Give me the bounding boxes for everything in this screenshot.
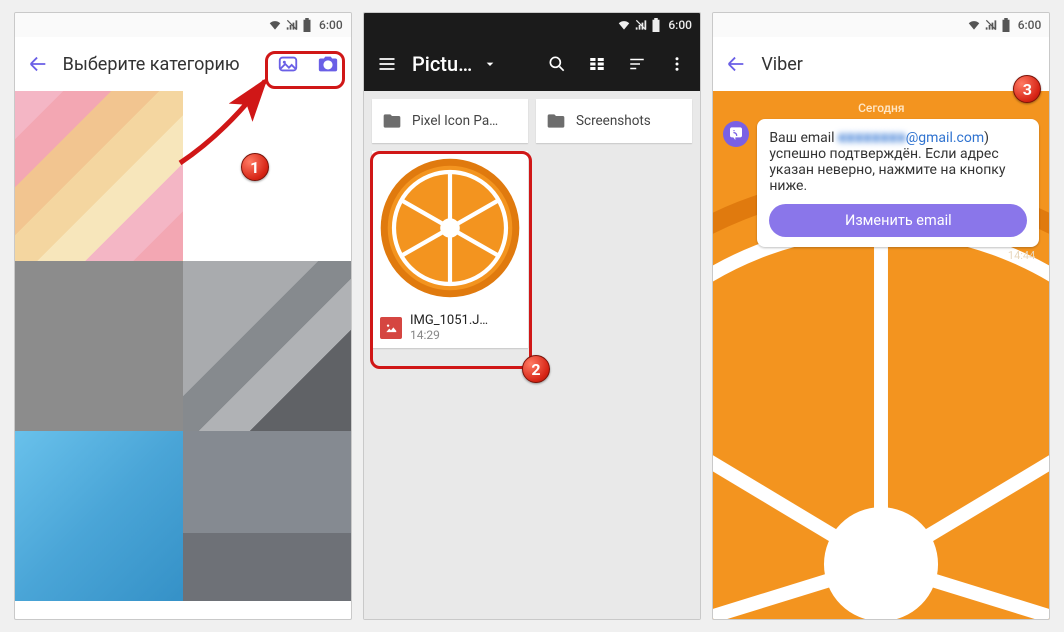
file-card[interactable]: IMG_1051.J… 14:29 xyxy=(372,151,528,348)
search-icon[interactable] xyxy=(542,49,572,79)
category-tile[interactable] xyxy=(15,431,183,601)
messages-area: Сегодня Ваш email ■■■■■■■■@gmail.com) ус… xyxy=(713,91,1049,272)
signal-icon xyxy=(634,18,648,32)
folder-icon xyxy=(546,111,566,131)
battery-icon xyxy=(1001,18,1011,32)
view-grid-icon[interactable] xyxy=(582,49,612,79)
camera-icon[interactable] xyxy=(313,49,343,79)
overflow-menu-icon[interactable] xyxy=(662,49,692,79)
category-tile[interactable] xyxy=(15,91,183,261)
category-tile[interactable] xyxy=(15,261,183,431)
folder-item[interactable]: Screenshots xyxy=(536,99,692,143)
status-bar: 6:00 xyxy=(713,13,1049,37)
step-badge-1: 1 xyxy=(241,153,269,181)
signal-icon xyxy=(984,18,998,32)
folder-icon xyxy=(382,111,402,131)
message-text: Ваш email xyxy=(769,130,838,146)
wifi-icon xyxy=(967,18,981,32)
file-time: 14:29 xyxy=(410,328,488,342)
screen-file-picker: 6:00 Pictu… Pixel Icon Pa… xyxy=(363,12,701,620)
signal-icon xyxy=(285,18,299,32)
app-bar: Выберите категорию xyxy=(15,37,351,91)
dropdown-chevron-icon[interactable] xyxy=(482,56,498,72)
category-tile[interactable] xyxy=(183,431,351,601)
battery-icon xyxy=(302,18,312,32)
category-tile[interactable] xyxy=(183,91,351,261)
folder-label: Screenshots xyxy=(576,113,651,129)
sort-icon[interactable] xyxy=(622,49,652,79)
file-name: IMG_1051.J… xyxy=(410,313,488,328)
folder-row: Pixel Icon Pa… Screenshots xyxy=(372,99,692,143)
folder-item[interactable]: Pixel Icon Pa… xyxy=(372,99,528,143)
status-time: 6:00 xyxy=(319,18,343,32)
category-grid xyxy=(15,91,351,619)
folder-label: Pixel Icon Pa… xyxy=(412,113,498,129)
chat-body: Сегодня Ваш email ■■■■■■■■@gmail.com) ус… xyxy=(713,91,1049,619)
message-row: Ваш email ■■■■■■■■@gmail.com) успешно по… xyxy=(723,119,1039,262)
screen-viber-chat: 6:00 Viber Сегодня xyxy=(712,12,1050,620)
status-time: 6:00 xyxy=(668,18,692,32)
message-bubble[interactable]: Ваш email ■■■■■■■■@gmail.com) успешно по… xyxy=(757,119,1039,247)
file-thumbnail xyxy=(372,151,528,305)
status-time: 6:00 xyxy=(1018,18,1042,32)
menu-icon[interactable] xyxy=(372,49,402,79)
category-tile[interactable] xyxy=(183,261,351,431)
step-badge-2: 2 xyxy=(522,355,550,383)
change-email-button[interactable]: Изменить email xyxy=(769,204,1027,237)
battery-icon xyxy=(651,18,661,32)
date-separator: Сегодня xyxy=(723,101,1039,115)
app-bar: Pictu… xyxy=(364,37,700,91)
chat-title: Viber xyxy=(761,54,803,75)
wifi-icon xyxy=(268,18,282,32)
email-link[interactable]: @gmail.com xyxy=(906,130,984,146)
back-icon[interactable] xyxy=(721,49,751,79)
orange-slice-icon xyxy=(380,158,520,298)
gallery-icon[interactable] xyxy=(273,49,303,79)
message-time: 14:44 xyxy=(757,249,1039,262)
status-bar: 6:00 xyxy=(15,13,351,37)
wifi-icon xyxy=(617,18,631,32)
sender-avatar-icon[interactable] xyxy=(723,121,749,147)
app-bar: Viber xyxy=(713,37,1049,91)
status-bar: 6:00 xyxy=(364,13,700,37)
image-file-icon xyxy=(380,317,402,339)
page-title: Выберите категорию xyxy=(63,54,240,75)
screen-category-picker: 6:00 Выберите категорию 1 xyxy=(14,12,352,620)
redacted-email: ■■■■■■■■ xyxy=(838,130,906,146)
back-icon[interactable] xyxy=(23,49,53,79)
file-meta: IMG_1051.J… 14:29 xyxy=(372,305,528,342)
page-title[interactable]: Pictu… xyxy=(412,52,472,76)
